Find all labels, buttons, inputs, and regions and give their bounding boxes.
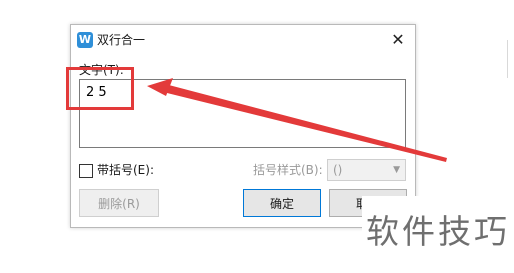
arrow-shaft [163,84,447,162]
watermark-text: 软件技巧 [366,212,510,251]
